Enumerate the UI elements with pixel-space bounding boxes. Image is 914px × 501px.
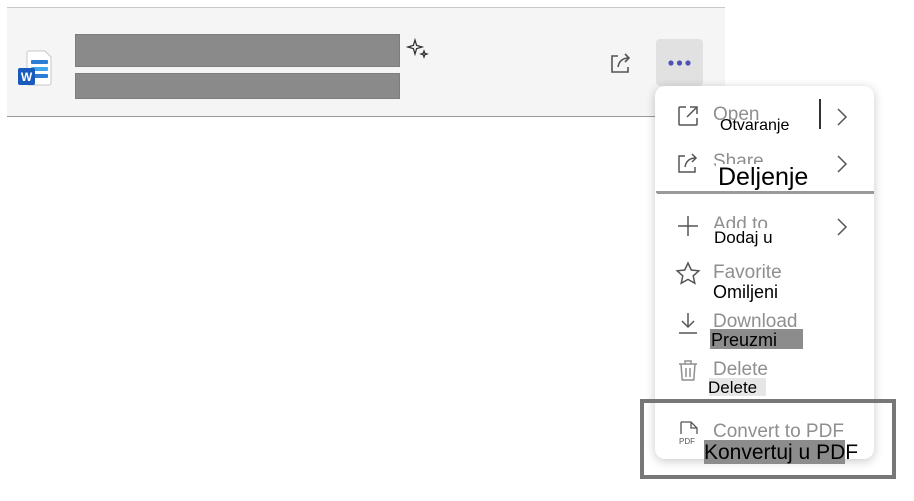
more-icon	[668, 60, 691, 66]
share-button[interactable]	[607, 49, 635, 77]
menu-item-convert-pdf-translation: Konvertuj u PDF	[704, 441, 859, 464]
file-row[interactable]: W	[7, 7, 725, 117]
menu-item-favorite-translation: Omiljeni	[713, 282, 779, 302]
trash-icon	[675, 358, 701, 384]
more-options-button[interactable]	[656, 39, 703, 86]
plus-icon	[675, 213, 701, 239]
menu-item-open-translation: Otvaranje	[720, 117, 790, 134]
text-cursor	[819, 99, 821, 129]
share-icon	[675, 150, 701, 176]
highlight-box	[640, 399, 896, 479]
download-icon	[675, 310, 701, 336]
menu-item-download-translation: Preuzmi	[711, 330, 778, 350]
menu-item-add-to-translation: Dodaj u	[714, 228, 773, 247]
menu-item-share-translation: Deljenje	[718, 163, 809, 191]
menu-item-delete-translation: Delete	[708, 378, 758, 397]
menu-separator	[656, 191, 874, 193]
file-subtitle-redacted	[75, 73, 400, 99]
word-doc-icon: W	[17, 49, 53, 89]
file-list-panel: W	[7, 7, 725, 470]
sparkle-icon[interactable]	[405, 37, 430, 61]
chevron-right-icon	[835, 107, 849, 127]
menu-item-original-label: Favorite	[713, 262, 782, 283]
chevron-right-icon	[835, 217, 849, 237]
chevron-right-icon	[835, 154, 849, 174]
svg-text:W: W	[21, 70, 33, 84]
open-external-icon	[675, 103, 701, 129]
file-title-redacted	[75, 34, 400, 67]
star-icon	[675, 261, 701, 287]
